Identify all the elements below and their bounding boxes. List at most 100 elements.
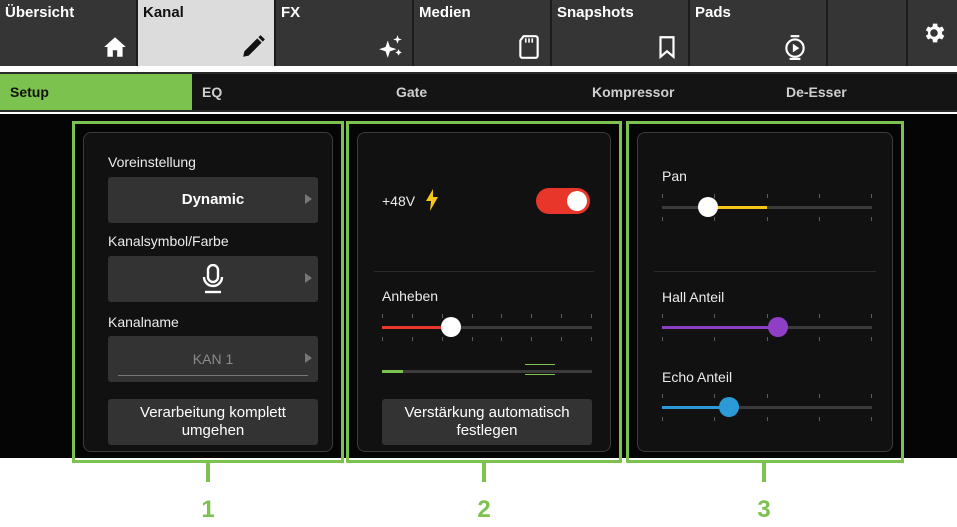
slider-tick bbox=[871, 314, 872, 318]
symbol-label: Kanalsymbol/Farbe bbox=[108, 233, 229, 249]
settings-button[interactable] bbox=[908, 0, 957, 66]
slider-tick bbox=[472, 314, 473, 318]
echo-label: Echo Anteil bbox=[662, 369, 733, 385]
slider-tick bbox=[714, 194, 715, 198]
home-icon bbox=[104, 37, 126, 57]
bypass-processing-button[interactable]: Verarbeitung komplett umgehen bbox=[108, 399, 318, 445]
slider-tick bbox=[412, 314, 413, 318]
divider bbox=[374, 271, 594, 272]
panel-channel-setup: Voreinstellung Dynamic Kanalsymbol/Farbe… bbox=[72, 121, 344, 463]
slider-tick bbox=[714, 314, 715, 318]
subtab-de-esser[interactable]: De-Esser bbox=[776, 74, 957, 110]
slider-tick bbox=[767, 217, 768, 221]
subtab-setup[interactable]: Setup bbox=[0, 74, 192, 110]
tab-overview[interactable]: Übersicht bbox=[0, 0, 138, 66]
slider-tick bbox=[819, 194, 820, 198]
channel-name-field[interactable]: KAN 1 bbox=[108, 336, 318, 382]
slider-tick bbox=[714, 417, 715, 421]
slider-knob bbox=[698, 197, 719, 217]
slider-tick bbox=[662, 314, 663, 318]
reverb-slider[interactable] bbox=[662, 309, 872, 345]
tab-fx[interactable]: FX bbox=[276, 0, 414, 66]
slider-tick bbox=[871, 417, 872, 421]
slider-tick bbox=[767, 417, 768, 421]
sub-navigation: Setup EQ Gate Kompressor De-Esser bbox=[0, 72, 957, 112]
callout-line-1 bbox=[206, 460, 210, 482]
channel-name-value: KAN 1 bbox=[192, 351, 234, 367]
slider-tick bbox=[382, 314, 383, 318]
callout-number-1: 1 bbox=[201, 496, 215, 523]
slider-tick bbox=[714, 394, 715, 398]
slider-knob bbox=[767, 317, 788, 337]
slider-tick bbox=[871, 217, 872, 221]
preset-value: Dynamic bbox=[181, 191, 245, 208]
subtab-gate[interactable]: Gate bbox=[386, 74, 578, 110]
nav-spacer bbox=[828, 0, 908, 66]
reverb-label: Hall Anteil bbox=[662, 289, 725, 305]
tab-snapshots[interactable]: Snapshots bbox=[552, 0, 690, 66]
gear-icon bbox=[925, 23, 945, 43]
slider-tick bbox=[561, 314, 562, 318]
slider-tick bbox=[531, 314, 532, 318]
subtab-eq[interactable]: EQ bbox=[192, 74, 384, 110]
slider-tick bbox=[767, 337, 768, 341]
pan-slider[interactable] bbox=[662, 189, 872, 225]
panel-pan-fx-card: Pan Hall Anteil Echo Anteil bbox=[637, 132, 893, 452]
pencil-icon bbox=[243, 35, 265, 57]
subtab-setup-label: Setup bbox=[10, 84, 49, 100]
tab-media-label: Medien bbox=[419, 4, 471, 21]
slider-tick bbox=[412, 337, 413, 341]
sparkle-icon bbox=[379, 35, 402, 58]
slider-tick bbox=[442, 337, 443, 341]
channel-name-underline bbox=[118, 375, 308, 376]
slider-tick bbox=[591, 337, 592, 341]
main-content: Voreinstellung Dynamic Kanalsymbol/Farbe… bbox=[0, 114, 957, 463]
subtab-compressor-label: Kompressor bbox=[592, 84, 675, 100]
tab-pads[interactable]: Pads bbox=[690, 0, 828, 66]
tab-overview-label: Übersicht bbox=[5, 4, 75, 21]
symbol-color-selector[interactable] bbox=[108, 256, 318, 302]
bookmark-icon bbox=[659, 36, 675, 60]
subtab-de-esser-label: De-Esser bbox=[786, 84, 847, 100]
slider-tick bbox=[767, 394, 768, 398]
slider-tick bbox=[714, 337, 715, 341]
chevron-right-icon bbox=[305, 273, 312, 283]
subtab-compressor[interactable]: Kompressor bbox=[582, 74, 774, 110]
auto-gain-button[interactable]: Verstärkung automatisch festlegen bbox=[382, 399, 592, 445]
tab-media[interactable]: Medien bbox=[414, 0, 552, 66]
slider-tick bbox=[714, 217, 715, 221]
callout-line-2 bbox=[482, 460, 486, 482]
slider-tick bbox=[819, 417, 820, 421]
tab-fx-label: FX bbox=[281, 4, 301, 21]
slider-tick bbox=[871, 394, 872, 398]
slider-tick bbox=[662, 394, 663, 398]
tab-channel-label: Kanal bbox=[143, 4, 184, 21]
slider-tick bbox=[591, 314, 592, 318]
slider-tick bbox=[871, 194, 872, 198]
tab-channel[interactable]: Kanal bbox=[138, 0, 276, 66]
preset-selector[interactable]: Dynamic bbox=[108, 177, 318, 223]
slider-tick bbox=[382, 337, 383, 341]
echo-slider[interactable] bbox=[662, 389, 872, 425]
input-level-meter bbox=[382, 364, 592, 375]
pan-label: Pan bbox=[662, 168, 687, 184]
slider-fill bbox=[662, 326, 778, 329]
gain-slider[interactable] bbox=[382, 309, 592, 345]
lightning-icon bbox=[426, 189, 438, 211]
panel-pan-fx: Pan Hall Anteil Echo Anteil bbox=[626, 121, 904, 463]
slider-tick bbox=[662, 417, 663, 421]
callout-number-3: 3 bbox=[757, 496, 771, 523]
gain-label: Anheben bbox=[382, 288, 439, 304]
phantom-power-toggle[interactable] bbox=[536, 188, 590, 214]
preset-label: Voreinstellung bbox=[108, 154, 196, 170]
panel-input-gain-card: +48V Anheben Verstärkung automatisch fes… bbox=[357, 132, 611, 452]
slider-tick bbox=[501, 314, 502, 318]
subtab-gate-label: Gate bbox=[396, 84, 428, 100]
sd-card-icon bbox=[519, 35, 539, 59]
slider-tick bbox=[819, 394, 820, 398]
slider-tick bbox=[662, 217, 663, 221]
phantom-power-label: +48V bbox=[382, 193, 416, 209]
callout-number-2: 2 bbox=[477, 496, 491, 523]
slider-tick bbox=[561, 337, 562, 341]
slider-tick bbox=[501, 337, 502, 341]
